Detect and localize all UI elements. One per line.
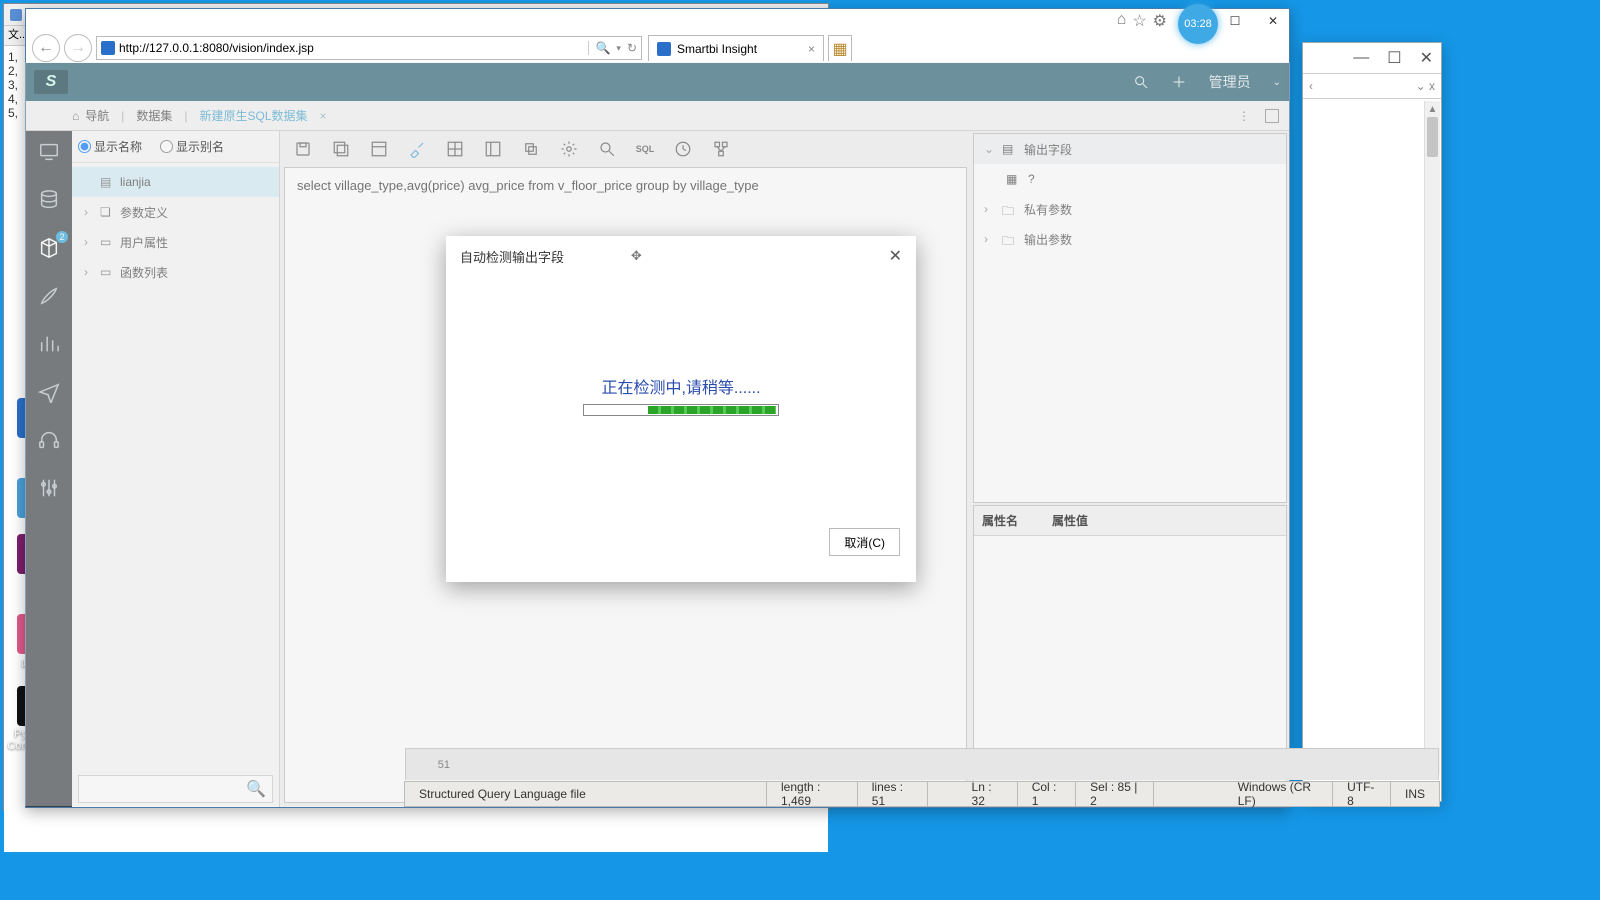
- status-eol: Windows (CR LF): [1224, 782, 1333, 806]
- status-length: length : 1,469: [767, 782, 858, 806]
- status-mode: INS: [1391, 782, 1439, 806]
- chevron-down-icon[interactable]: ⌄: [1416, 79, 1426, 93]
- win2-scrollbar[interactable]: ▲ ▼: [1424, 101, 1440, 775]
- line-number: 51: [418, 759, 450, 771]
- move-icon[interactable]: ✥: [631, 248, 642, 264]
- maximize-button[interactable]: ☐: [1221, 11, 1249, 31]
- desktop: 大... 文... 1, 2, 3, 4, 5, Int...Ex... AC.…: [0, 0, 1600, 900]
- refresh-icon[interactable]: ↻: [627, 41, 637, 55]
- npp-gutter: 51: [405, 748, 1439, 780]
- win2-close-icon[interactable]: ✕: [1420, 48, 1433, 68]
- tab-close-icon[interactable]: ×: [808, 42, 815, 56]
- notepad-icon: [10, 9, 22, 21]
- status-sel: Sel : 85 | 2: [1076, 782, 1154, 806]
- status-filetype: Structured Query Language file: [405, 782, 767, 806]
- ie-favicon-icon: [101, 41, 115, 55]
- home-icon[interactable]: ⌂: [1117, 11, 1127, 31]
- ie-titlebar: ⌂ ☆ ⚙ — ☐ ✕: [26, 9, 1289, 33]
- tab-title: Smartbi Insight: [677, 42, 757, 56]
- modal-titlebar[interactable]: 自动检测输出字段 ✥ ✕: [446, 236, 916, 276]
- modal-body: 正在检测中,请稍等......: [446, 276, 916, 514]
- ie-address-row: ← → 🔍▾ ↻ Smartbi Insight × ▦: [26, 33, 1289, 63]
- win2-min-icon[interactable]: —: [1353, 49, 1369, 67]
- status-ln: Ln : 32: [958, 782, 1018, 806]
- list-close-icon[interactable]: x: [1429, 79, 1435, 93]
- modal-footer: 取消(C): [446, 514, 916, 570]
- status-col: Col : 1: [1018, 782, 1076, 806]
- detect-fields-modal: 自动检测输出字段 ✥ ✕ 正在检测中,请稍等...... 取消(C): [446, 236, 916, 582]
- favorites-icon[interactable]: ☆: [1132, 11, 1146, 31]
- secondary-window: — ☐ ✕ ‹ ⌄ x ▲ ▼: [1302, 42, 1442, 802]
- new-tab-button[interactable]: ▦: [828, 35, 852, 61]
- url-input[interactable]: [119, 41, 588, 55]
- modal-message: 正在检测中,请稍等......: [601, 374, 760, 398]
- scroll-up-icon[interactable]: ▲: [1425, 101, 1440, 117]
- url-bar[interactable]: 🔍▾ ↻: [96, 36, 642, 60]
- settings-gear-icon[interactable]: ⚙: [1153, 11, 1167, 31]
- status-lines: lines : 51: [858, 782, 928, 806]
- win2-max-icon[interactable]: ☐: [1387, 48, 1401, 68]
- npp-statusbar: 51 Structured Query Language file length…: [404, 781, 1440, 807]
- modal-close-icon[interactable]: ✕: [889, 246, 902, 266]
- chevron-left-icon[interactable]: ‹: [1309, 79, 1313, 93]
- status-enc: UTF-8: [1333, 782, 1391, 806]
- win2-titlebar: — ☐ ✕: [1303, 43, 1441, 73]
- back-button[interactable]: ←: [32, 34, 60, 62]
- search-icon[interactable]: 🔍: [595, 41, 610, 55]
- tab-favicon-icon: [657, 42, 671, 56]
- close-button[interactable]: ✕: [1259, 11, 1287, 31]
- scroll-thumb[interactable]: [1427, 117, 1438, 157]
- win2-toolbar: ‹ ⌄ x: [1303, 73, 1441, 99]
- time-bubble[interactable]: 03:28: [1178, 4, 1218, 44]
- progress-bar: [583, 404, 779, 416]
- modal-title: 自动检测输出字段: [460, 247, 564, 266]
- browser-tab[interactable]: Smartbi Insight ×: [648, 35, 824, 61]
- cancel-button[interactable]: 取消(C): [829, 528, 900, 556]
- forward-button[interactable]: →: [64, 34, 92, 62]
